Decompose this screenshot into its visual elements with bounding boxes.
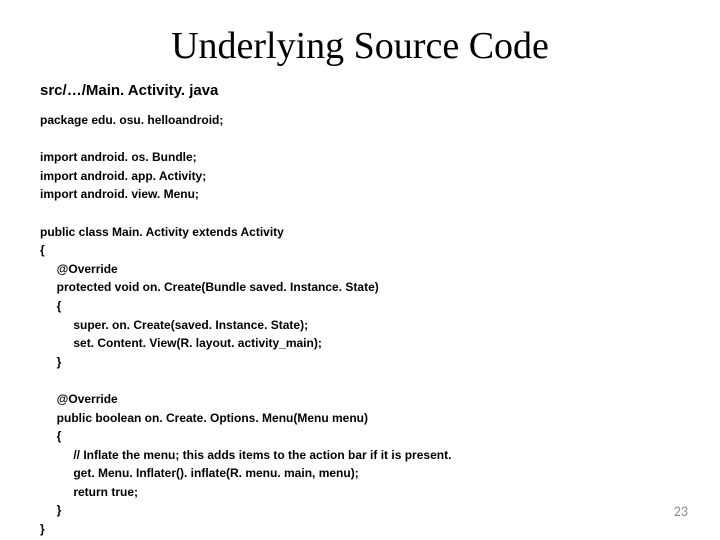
source-file-path: src/…/Main. Activity. java	[40, 82, 680, 99]
slide-title: Underlying Source Code	[40, 24, 680, 68]
slide: Underlying Source Code src/…/Main. Activ…	[0, 0, 720, 540]
source-code-block: package edu. osu. helloandroid; import a…	[40, 111, 680, 539]
page-number: 23	[674, 503, 688, 520]
